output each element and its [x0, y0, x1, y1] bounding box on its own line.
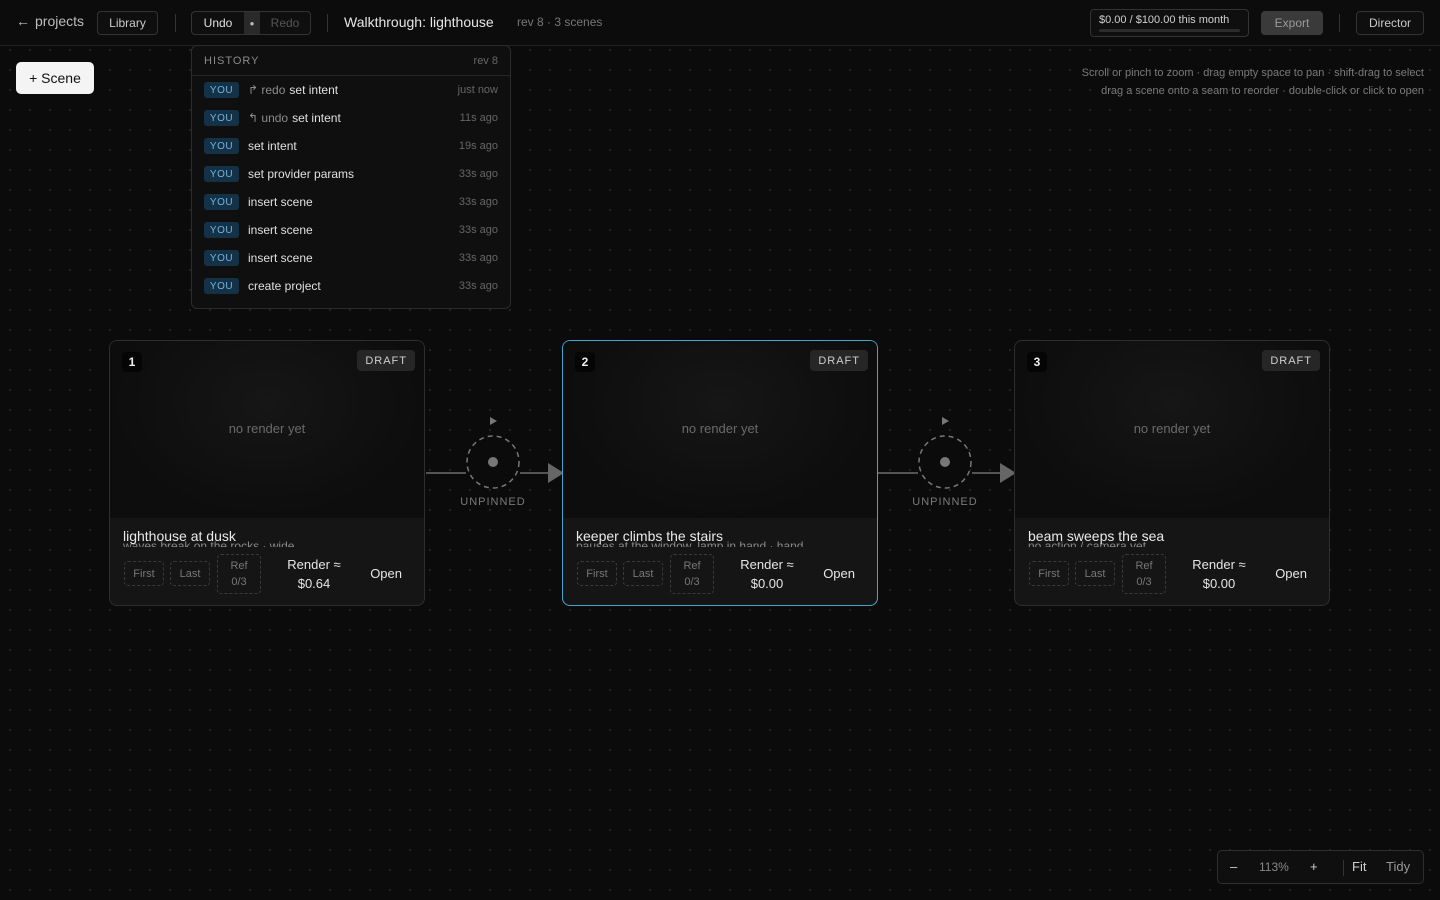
history-item[interactable]: YOU insert scene 33s ago — [192, 216, 510, 244]
scene-caption[interactable]: no action / camera yet beam sweeps the s… — [1028, 528, 1316, 547]
author-badge: YOU — [204, 250, 239, 266]
scene-thumbnail[interactable]: 3 DRAFT no render yet — [1015, 341, 1329, 518]
fit-button[interactable]: Fit — [1352, 859, 1366, 874]
render-cost: $0.00 — [1202, 576, 1236, 591]
history-item[interactable]: YOU insert scene 33s ago — [192, 188, 510, 216]
history-item[interactable]: YOU insert scene 33s ago — [192, 244, 510, 272]
history-action: set intent — [289, 83, 339, 97]
play-icon — [490, 417, 497, 425]
open-scene-button[interactable]: Open — [1275, 566, 1307, 581]
zoom-in-button[interactable]: + — [1310, 859, 1318, 874]
seam-connector-1[interactable] — [426, 417, 564, 489]
ref-count: 0/3 — [684, 576, 700, 588]
first-frame-slot[interactable]: First — [124, 561, 164, 586]
scene-card-2[interactable]: 2 DRAFT no render yet pauses at the wind… — [562, 340, 878, 606]
history-panel: HISTORY rev 8 YOU ↱ redo set intent just… — [191, 45, 511, 309]
scene-title: beam sweeps the sea — [1028, 528, 1165, 544]
scene-card-3[interactable]: 3 DRAFT no render yet no action / camera… — [1014, 340, 1330, 606]
ref-label: Ref — [683, 560, 701, 572]
author-badge: YOU — [204, 138, 239, 154]
seam-connector-2[interactable] — [878, 417, 1016, 489]
history-time: 33s ago — [458, 196, 498, 208]
reference-slot[interactable]: Ref 0/3 — [670, 554, 714, 594]
tidy-button[interactable]: Tidy — [1386, 859, 1410, 874]
history-item[interactable]: YOU ↱ redo set intent just now — [192, 76, 510, 104]
history-action: insert scene — [248, 195, 313, 209]
last-frame-slot[interactable]: Last — [623, 561, 663, 586]
divider — [1343, 860, 1344, 876]
status-badge: DRAFT — [810, 350, 868, 371]
render-placeholder: no render yet — [228, 421, 306, 436]
zoom-out-button[interactable]: – — [1230, 859, 1237, 874]
render-estimate: Render ≈ $0.00 — [1185, 555, 1253, 593]
history-action: insert scene — [248, 251, 313, 265]
history-item[interactable]: YOU set intent 19s ago — [192, 132, 510, 160]
scene-title: keeper climbs the stairs — [576, 528, 724, 544]
seam-status-label: UNPINNED — [460, 496, 526, 508]
status-badge: DRAFT — [357, 350, 415, 371]
render-label: Render ≈ — [287, 557, 341, 572]
seam-status-label: UNPINNED — [912, 496, 978, 508]
scene-caption[interactable]: waves break on the rocks · wide lighthou… — [123, 528, 411, 547]
history-item[interactable]: YOU ↰ undo set intent 11s ago — [192, 104, 510, 132]
render-estimate: Render ≈ $0.64 — [280, 555, 348, 593]
first-frame-slot[interactable]: First — [1029, 561, 1069, 586]
ref-label: Ref — [1135, 560, 1153, 572]
ref-label: Ref — [230, 560, 248, 572]
history-time: 33s ago — [458, 224, 498, 236]
history-header: HISTORY rev 8 — [192, 46, 510, 76]
last-frame-slot[interactable]: Last — [170, 561, 210, 586]
history-time: 11s ago — [459, 112, 498, 124]
last-frame-slot[interactable]: Last — [1075, 561, 1115, 586]
zoom-controls: – 113% + Fit Tidy — [1217, 850, 1424, 884]
history-prefix: ↰ undo — [248, 111, 289, 125]
history-heading: HISTORY — [204, 54, 260, 67]
scene-thumbnail[interactable]: 2 DRAFT no render yet — [563, 341, 877, 518]
history-time: just now — [457, 84, 498, 96]
history-action: set provider params — [248, 167, 355, 181]
author-badge: YOU — [204, 222, 239, 238]
render-estimate: Render ≈ $0.00 — [733, 555, 801, 593]
ref-count: 0/3 — [231, 576, 247, 588]
history-item[interactable]: YOU create project 33s ago — [192, 272, 510, 300]
history-action: set intent — [248, 139, 297, 153]
history-time: 19s ago — [458, 140, 498, 152]
open-scene-button[interactable]: Open — [823, 566, 855, 581]
history-rev: rev 8 — [473, 54, 498, 67]
render-placeholder: no render yet — [1133, 421, 1211, 436]
history-item[interactable]: YOU set provider params 33s ago — [192, 160, 510, 188]
render-label: Render ≈ — [740, 557, 794, 572]
reference-slot[interactable]: Ref 0/3 — [217, 554, 261, 594]
scene-thumbnail[interactable]: 1 DRAFT no render yet — [110, 341, 424, 518]
author-badge: YOU — [204, 166, 239, 182]
scene-number: 1 — [122, 352, 142, 372]
scene-number: 2 — [575, 352, 595, 372]
play-icon — [942, 417, 949, 425]
ref-count: 0/3 — [1136, 576, 1152, 588]
author-badge: YOU — [204, 82, 239, 98]
history-time: 33s ago — [458, 252, 498, 264]
history-prefix: ↱ redo — [248, 83, 286, 97]
history-action: set intent — [292, 111, 341, 125]
render-cost: $0.64 — [297, 576, 331, 591]
render-placeholder: no render yet — [681, 421, 759, 436]
history-action: insert scene — [248, 223, 313, 237]
author-badge: YOU — [204, 278, 239, 294]
open-scene-button[interactable]: Open — [370, 566, 402, 581]
zoom-level: 113% — [1259, 860, 1289, 874]
history-action: create project — [248, 279, 321, 293]
reference-slot[interactable]: Ref 0/3 — [1122, 554, 1166, 594]
render-label: Render ≈ — [1192, 557, 1246, 572]
render-cost: $0.00 — [750, 576, 784, 591]
scene-title: lighthouse at dusk — [123, 528, 236, 544]
first-frame-slot[interactable]: First — [577, 561, 617, 586]
scene-card-1[interactable]: 1 DRAFT no render yet waves break on the… — [109, 340, 425, 606]
scene-caption[interactable]: pauses at the window, lamp in hand · han… — [576, 528, 864, 547]
scene-number: 3 — [1027, 352, 1047, 372]
author-badge: YOU — [204, 110, 239, 126]
status-badge: DRAFT — [1262, 350, 1320, 371]
history-time: 33s ago — [458, 280, 498, 292]
history-time: 33s ago — [458, 168, 498, 180]
author-badge: YOU — [204, 194, 239, 210]
